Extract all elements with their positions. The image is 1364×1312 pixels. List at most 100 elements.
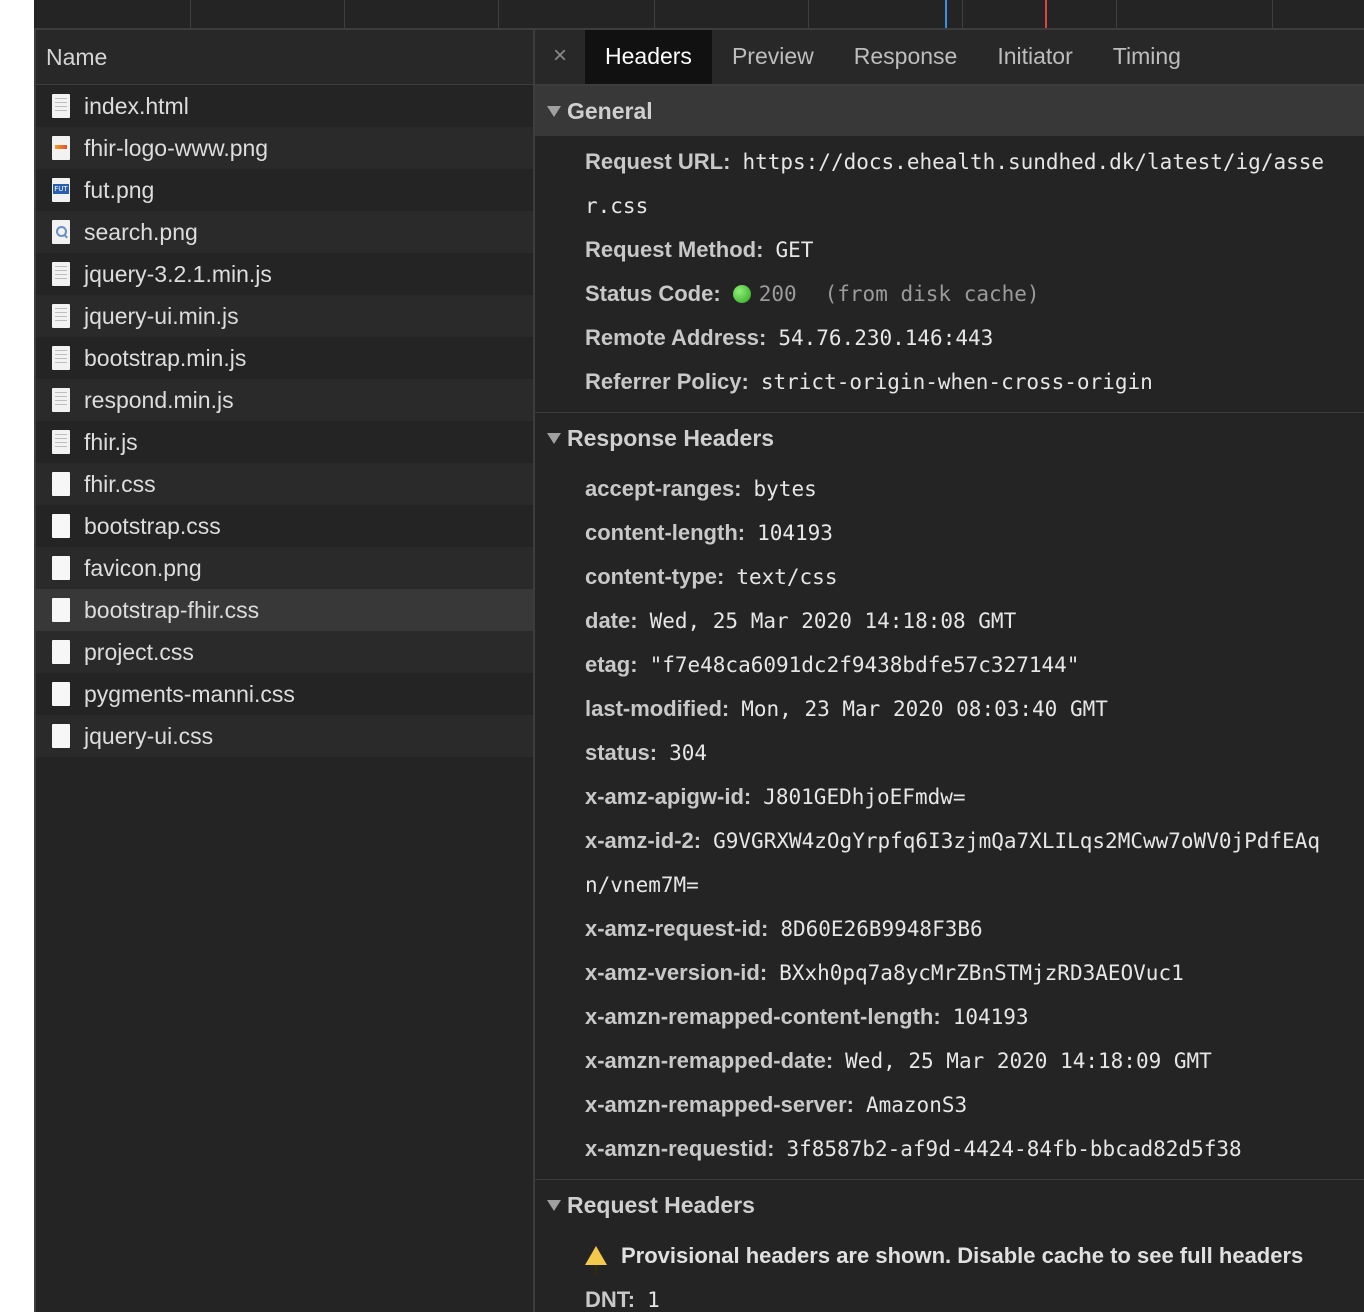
header-key: Remote Address: — [585, 325, 767, 350]
request-row[interactable]: respond.min.js — [36, 379, 533, 421]
tab-headers[interactable]: Headers — [585, 30, 712, 84]
response-header-row: x-amz-request-id: 8D60E26B9948F3B6 — [585, 907, 1364, 951]
header-key: x-amzn-remapped-server: — [585, 1092, 854, 1117]
name-column-header[interactable]: Name — [36, 30, 533, 85]
tab-preview[interactable]: Preview — [712, 30, 834, 84]
request-row[interactable]: project.css — [36, 631, 533, 673]
request-row[interactable]: jquery-ui.min.js — [36, 295, 533, 337]
request-name: bootstrap-fhir.css — [84, 596, 260, 623]
response-header-row: x-amz-version-id: BXxh0pq7a8ycMrZBnSTMjzR… — [585, 951, 1364, 995]
load-marker — [1045, 0, 1047, 28]
header-key: x-amzn-requestid: — [585, 1136, 775, 1161]
document-icon — [52, 304, 70, 328]
header-value: Wed, 25 Mar 2020 14:18:08 GMT — [649, 609, 1017, 633]
request-row[interactable]: bootstrap.min.js — [36, 337, 533, 379]
request-name: favicon.png — [84, 554, 202, 581]
request-row[interactable]: jquery-3.2.1.min.js — [36, 253, 533, 295]
request-row[interactable]: fhir.js — [36, 421, 533, 463]
general-section-toggle[interactable]: General — [535, 86, 1364, 136]
file-icon — [52, 556, 70, 580]
response-header-row: status: 304 — [585, 731, 1364, 775]
header-key: status: — [585, 740, 658, 765]
response-headers-title: Response Headers — [567, 425, 775, 451]
header-value: 104193 — [952, 1005, 1029, 1029]
request-url-value-wrap: r.css — [585, 194, 649, 218]
request-name: project.css — [84, 638, 194, 665]
request-name: jquery-ui.css — [84, 722, 214, 749]
header-value: Wed, 25 Mar 2020 14:18:09 GMT — [845, 1049, 1212, 1073]
devtools-panel: Name index.html fhir-logo-www.png fut.png s… — [34, 0, 1364, 1312]
header-key: x-amz-id-2: — [585, 828, 702, 853]
provisional-headers-warning: Provisional headers are shown. Disable c… — [585, 1234, 1364, 1294]
response-headers-toggle[interactable]: Response Headers — [535, 413, 1364, 463]
request-name: respond.min.js — [84, 386, 234, 413]
request-url-value: https://docs.ehealth.sundhed.dk/latest/i… — [742, 150, 1325, 174]
header-key: content-length: — [585, 520, 746, 545]
header-value: BXxh0pq7a8ycMrZBnSTMjzRD3AEOVuc1 — [779, 961, 1184, 985]
tab-initiator[interactable]: Initiator — [977, 30, 1092, 84]
request-list: Name index.html fhir-logo-www.png fut.png s… — [34, 30, 535, 1312]
remote-address-row: Remote Address: 54.76.230.146:443 — [585, 316, 1364, 360]
triangle-down-icon — [547, 432, 561, 444]
request-row[interactable]: search.png — [36, 211, 533, 253]
header-value: Mon, 23 Mar 2020 08:03:40 GMT — [741, 697, 1108, 721]
request-row[interactable]: fhir.css — [36, 463, 533, 505]
details-tabbar: × Headers Preview Response Initiator Tim… — [535, 30, 1364, 86]
request-name: fhir.css — [84, 470, 156, 497]
status-note: (from disk cache) — [824, 282, 1040, 306]
header-key: accept-ranges: — [585, 476, 742, 501]
request-name: bootstrap.min.js — [84, 344, 247, 371]
header-value: bytes — [753, 477, 817, 501]
tab-timing[interactable]: Timing — [1093, 30, 1201, 84]
timeline-gridline — [808, 0, 809, 28]
header-value: G9VGRXW4zOgYrpfq6I3zjmQa7XLILqs2MCww7oWV… — [713, 829, 1320, 853]
close-icon[interactable]: × — [535, 30, 585, 84]
request-name: pygments-manni.css — [84, 680, 295, 707]
header-key: Request URL: — [585, 149, 731, 174]
network-timeline[interactable] — [34, 0, 1364, 30]
response-header-row: x-amzn-requestid: 3f8587b2-af9d-4424-84fb… — [585, 1127, 1364, 1171]
request-row[interactable]: bootstrap.css — [36, 505, 533, 547]
response-header-row: last-modified: Mon, 23 Mar 2020 08:03:40 … — [585, 687, 1364, 731]
request-name: jquery-ui.min.js — [84, 302, 239, 329]
tab-response[interactable]: Response — [834, 30, 978, 84]
request-details: × Headers Preview Response Initiator Tim… — [535, 30, 1364, 1312]
triangle-down-icon — [547, 1199, 561, 1211]
fut-image-icon — [52, 178, 70, 202]
referrer-policy-value: strict-origin-when-cross-origin — [760, 370, 1153, 394]
request-row[interactable]: fut.png — [36, 169, 533, 211]
general-section-title: General — [567, 98, 653, 124]
request-url-continuation: r.css — [585, 184, 1364, 228]
header-key: Request Method: — [585, 237, 764, 262]
document-icon — [52, 430, 70, 454]
response-header-row: x-amzn-remapped-date: Wed, 25 Mar 2020 14… — [585, 1039, 1364, 1083]
header-value: 304 — [669, 741, 708, 765]
domcontentloaded-marker — [945, 0, 947, 28]
request-row[interactable]: jquery-ui.css — [36, 715, 533, 757]
search-image-icon — [52, 220, 70, 244]
timeline-gridline — [654, 0, 655, 28]
warning-text: Provisional headers are shown. Disable c… — [621, 1243, 1304, 1268]
request-headers-toggle[interactable]: Request Headers — [535, 1180, 1364, 1230]
request-row[interactable]: favicon.png — [36, 547, 533, 589]
document-icon — [52, 388, 70, 412]
remote-address-value: 54.76.230.146:443 — [778, 326, 994, 350]
request-row[interactable]: pygments-manni.css — [36, 673, 533, 715]
request-row[interactable]: bootstrap-fhir.css — [36, 589, 533, 631]
header-key: content-type: — [585, 564, 725, 589]
header-key: Referrer Policy: — [585, 369, 749, 394]
request-name: jquery-3.2.1.min.js — [84, 260, 272, 287]
timeline-gridline — [190, 0, 191, 28]
timeline-gridline — [498, 0, 499, 28]
request-name: index.html — [84, 92, 189, 119]
general-section: Request URL: https://docs.ehealth.sundhed… — [535, 136, 1364, 413]
response-header-row: accept-ranges: bytes — [585, 467, 1364, 511]
header-value: J801GEDhjoEFmdw= — [763, 785, 966, 809]
request-row[interactable]: fhir-logo-www.png — [36, 127, 533, 169]
file-icon — [52, 682, 70, 706]
response-header-row: x-amzn-remapped-content-length: 104193 — [585, 995, 1364, 1039]
dnt-value: 1 — [647, 1288, 660, 1312]
request-row[interactable]: index.html — [36, 85, 533, 127]
request-name: search.png — [84, 218, 198, 245]
header-value: 8D60E26B9948F3B6 — [780, 917, 983, 941]
